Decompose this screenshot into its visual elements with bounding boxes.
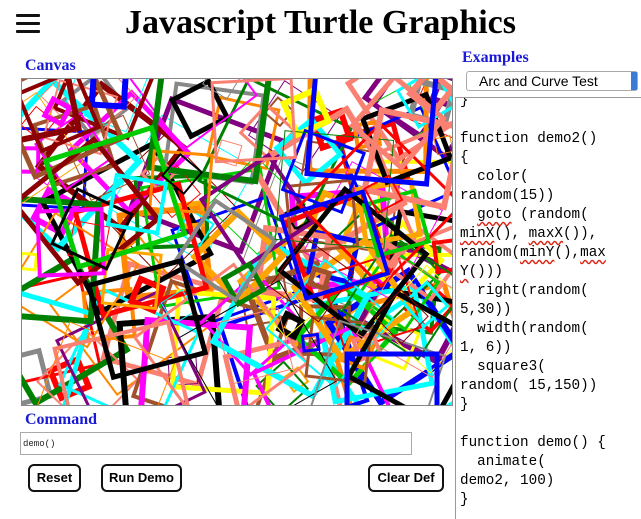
- turtle-canvas[interactable]: [21, 78, 453, 406]
- clear-def-button[interactable]: Clear Def: [368, 464, 444, 492]
- code-line: color(: [460, 169, 529, 185]
- page-title: Javascript Turtle Graphics: [124, 4, 517, 41]
- code-line: function demo2(): [460, 131, 598, 147]
- code-line: Y())): [460, 264, 503, 280]
- code-line: goto (random(: [477, 207, 589, 223]
- code-line: random( 15,150)): [460, 378, 598, 394]
- run-demo-button[interactable]: Run Demo: [101, 464, 182, 492]
- code-line: right(random(: [460, 283, 589, 299]
- code-text: } function demo2() { color( random(15)) …: [456, 97, 641, 510]
- code-line: 5,30)): [460, 302, 512, 318]
- code-line: }: [460, 397, 469, 413]
- code-line: animate(: [460, 454, 546, 470]
- command-input[interactable]: [20, 432, 412, 455]
- code-line: 1, 6)): [460, 340, 512, 356]
- code-editor[interactable]: } function demo2() { color( random(15)) …: [455, 97, 641, 519]
- code-line: function demo() {: [460, 435, 606, 451]
- examples-select[interactable]: Arc and Curve Test: [466, 71, 638, 91]
- code-line: random(15)): [460, 188, 555, 204]
- command-label: Command: [25, 411, 98, 428]
- select-arrow-icon: [631, 72, 637, 90]
- code-line: random(minY(),max: [460, 245, 606, 261]
- canvas-label: Canvas: [25, 57, 76, 74]
- code-line: }: [460, 492, 469, 508]
- code-line: minX(), maxX()),: [460, 226, 598, 242]
- code-line: demo2, 100): [460, 473, 555, 489]
- code-line: }: [460, 97, 469, 109]
- code-line: {: [460, 150, 469, 166]
- examples-selected-value: Arc and Curve Test: [479, 73, 598, 89]
- reset-button[interactable]: Reset: [28, 464, 81, 492]
- examples-label: Examples: [462, 49, 529, 66]
- turtle-drawing: [22, 79, 452, 405]
- code-line: width(random(: [460, 321, 589, 337]
- code-line: square3(: [460, 359, 546, 375]
